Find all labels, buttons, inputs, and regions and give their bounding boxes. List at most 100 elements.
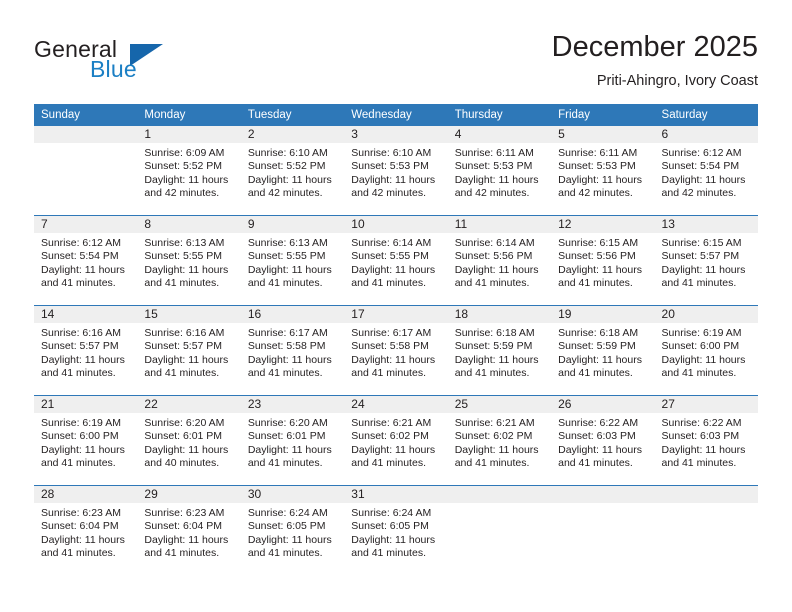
day-details: Sunrise: 6:13 AM Sunset: 5:55 PM Daylight:…	[241, 233, 344, 291]
sunrise-time: Sunrise: 6:16 AM	[41, 327, 121, 339]
sunset-time: Sunset: 5:53 PM	[351, 160, 429, 173]
day-details: Sunrise: 6:23 AM Sunset: 6:04 PM Daylight:…	[137, 503, 240, 561]
sunrise-time: Sunrise: 6:11 AM	[454, 147, 534, 159]
sunset-time: Sunset: 6:04 PM	[41, 520, 119, 533]
day-details: Sunrise: 6:23 AM Sunset: 6:04 PM Daylight:…	[34, 503, 137, 561]
daylight-duration-line1: Daylight: 11 hours	[144, 353, 229, 366]
calendar-day-cell[interactable]: 30 Sunrise: 6:24 AM Sunset: 6:05 PM Dayligh…	[240, 485, 345, 575]
calendar-week-row: 7 Sunrise: 6:12 AM Sunset: 5:54 PM Daylight…	[34, 215, 758, 306]
sunrise-time: Sunrise: 6:20 AM	[247, 417, 328, 429]
weekday-header-friday: Friday	[551, 104, 655, 126]
day-details: Sunrise: 6:18 AM Sunset: 5:59 PM Daylight:…	[448, 323, 551, 381]
day-number: 20	[654, 306, 758, 323]
daylight-duration-line1: Daylight: 11 hours	[41, 263, 125, 276]
daylight-duration-line2: and 41 minutes.	[247, 547, 323, 560]
sunset-time: Sunset: 5:55 PM	[247, 250, 326, 263]
calendar-day-cell[interactable]: 4 Sunrise: 6:11 AM Sunset: 5:53 PM Daylight…	[447, 126, 552, 216]
daylight-duration-line1: Daylight: 11 hours	[661, 353, 746, 366]
day-number: 3	[344, 126, 448, 143]
day-number: 5	[551, 126, 655, 143]
daylight-duration-line1: Daylight: 11 hours	[144, 173, 229, 186]
day-details: Sunrise: 6:15 AM Sunset: 5:56 PM Daylight:…	[551, 233, 654, 291]
calendar-day-cell[interactable]: 6 Sunrise: 6:12 AM Sunset: 5:54 PM Daylight…	[654, 126, 758, 216]
calendar-day-cell[interactable]: 26 Sunrise: 6:22 AM Sunset: 6:03 PM Dayligh…	[551, 395, 655, 486]
daylight-duration-line1: Daylight: 11 hours	[661, 173, 746, 186]
calendar-day-cell[interactable]: 18 Sunrise: 6:18 AM Sunset: 5:59 PM Dayligh…	[447, 305, 552, 396]
calendar-day-cell[interactable]: 12 Sunrise: 6:15 AM Sunset: 5:56 PM Dayligh…	[551, 215, 655, 306]
daylight-duration-line2: and 42 minutes.	[558, 187, 633, 200]
day-number: 24	[344, 396, 448, 413]
sunrise-time: Sunrise: 6:18 AM	[558, 327, 639, 339]
daylight-duration-line2: and 41 minutes.	[144, 367, 220, 380]
daylight-duration-line1: Daylight: 11 hours	[661, 263, 746, 276]
calendar-day-cell[interactable]: 3 Sunrise: 6:10 AM Sunset: 5:53 PM Daylight…	[344, 126, 448, 216]
daylight-duration-line1: Daylight: 11 hours	[144, 263, 229, 276]
calendar-day-cell[interactable]: 5 Sunrise: 6:11 AM Sunset: 5:53 PM Daylight…	[551, 126, 655, 216]
calendar-day-cell[interactable]: 21 Sunrise: 6:19 AM Sunset: 6:00 PM Dayligh…	[34, 395, 138, 486]
day-number: 8	[137, 216, 241, 233]
daylight-duration-line2: and 41 minutes.	[247, 367, 323, 380]
daylight-duration-line1: Daylight: 11 hours	[41, 443, 125, 456]
daylight-duration-line2: and 41 minutes.	[351, 277, 426, 290]
calendar-day-cell[interactable]: 8 Sunrise: 6:13 AM Sunset: 5:55 PM Daylight…	[137, 215, 241, 306]
calendar-day-cell[interactable]: 24 Sunrise: 6:21 AM Sunset: 6:02 PM Dayligh…	[344, 395, 448, 486]
sunrise-time: Sunrise: 6:19 AM	[661, 327, 742, 339]
calendar-week-row: 1 Sunrise: 6:09 AM Sunset: 5:52 PM Daylight…	[34, 126, 758, 216]
daylight-duration-line2: and 41 minutes.	[247, 277, 323, 290]
sunrise-time: Sunrise: 6:15 AM	[558, 237, 639, 249]
calendar-day-cell[interactable]: 14 Sunrise: 6:16 AM Sunset: 5:57 PM Dayligh…	[34, 305, 138, 396]
calendar-day-cell[interactable]: 22 Sunrise: 6:20 AM Sunset: 6:01 PM Dayligh…	[137, 395, 241, 486]
calendar-day-cell[interactable]: 17 Sunrise: 6:17 AM Sunset: 5:58 PM Dayligh…	[344, 305, 448, 396]
sunrise-time: Sunrise: 6:24 AM	[247, 507, 328, 519]
daylight-duration-line1: Daylight: 11 hours	[454, 443, 539, 456]
calendar-body: 1 Sunrise: 6:09 AM Sunset: 5:52 PM Daylight…	[34, 126, 758, 575]
calendar-week-row: 14 Sunrise: 6:16 AM Sunset: 5:57 PM Dayligh…	[34, 305, 758, 396]
daylight-duration-line2: and 41 minutes.	[454, 277, 530, 290]
daylight-duration-line1: Daylight: 11 hours	[351, 353, 436, 366]
daylight-duration-line1: Daylight: 11 hours	[351, 173, 436, 186]
calendar-day-cell[interactable]: 31 Sunrise: 6:24 AM Sunset: 6:05 PM Dayligh…	[344, 485, 448, 575]
day-details: Sunrise: 6:13 AM Sunset: 5:55 PM Daylight:…	[137, 233, 240, 291]
calendar-day-cell[interactable]: 1 Sunrise: 6:09 AM Sunset: 5:52 PM Daylight…	[137, 126, 241, 216]
calendar-day-cell[interactable]: 2 Sunrise: 6:10 AM Sunset: 5:52 PM Daylight…	[240, 126, 345, 216]
calendar-day-cell[interactable]: 16 Sunrise: 6:17 AM Sunset: 5:58 PM Dayligh…	[240, 305, 345, 396]
day-number: 15	[137, 306, 241, 323]
calendar-day-cell[interactable]: 23 Sunrise: 6:20 AM Sunset: 6:01 PM Dayligh…	[240, 395, 345, 486]
calendar-day-cell[interactable]: 25 Sunrise: 6:21 AM Sunset: 6:02 PM Dayligh…	[447, 395, 552, 486]
calendar-day-cell[interactable]: 20 Sunrise: 6:19 AM Sunset: 6:00 PM Dayligh…	[654, 305, 758, 396]
calendar-day-cell[interactable]: 7 Sunrise: 6:12 AM Sunset: 5:54 PM Daylight…	[34, 215, 138, 306]
sunrise-time: Sunrise: 6:24 AM	[351, 507, 432, 519]
daylight-duration-line2: and 40 minutes.	[144, 457, 220, 470]
sunrise-time: Sunrise: 6:12 AM	[41, 237, 121, 249]
sunset-time: Sunset: 5:54 PM	[661, 160, 740, 173]
daylight-duration-line2: and 41 minutes.	[41, 457, 116, 470]
calendar-day-cell[interactable]: 19 Sunrise: 6:18 AM Sunset: 5:59 PM Dayligh…	[551, 305, 655, 396]
daylight-duration-line1: Daylight: 11 hours	[41, 353, 125, 366]
daylight-duration-line1: Daylight: 11 hours	[454, 353, 539, 366]
daylight-duration-line2: and 41 minutes.	[144, 547, 220, 560]
calendar-day-cell[interactable]: 10 Sunrise: 6:14 AM Sunset: 5:55 PM Dayligh…	[344, 215, 448, 306]
day-number	[34, 126, 138, 143]
day-number: 22	[137, 396, 241, 413]
day-number	[551, 486, 655, 503]
daylight-duration-line1: Daylight: 11 hours	[661, 443, 746, 456]
calendar-day-cell[interactable]: 28 Sunrise: 6:23 AM Sunset: 6:04 PM Dayligh…	[34, 485, 138, 575]
daylight-duration-line2: and 41 minutes.	[454, 457, 530, 470]
calendar-day-cell[interactable]: 29 Sunrise: 6:23 AM Sunset: 6:04 PM Dayligh…	[137, 485, 241, 575]
calendar-day-cell[interactable]: 9 Sunrise: 6:13 AM Sunset: 5:55 PM Daylight…	[240, 215, 345, 306]
sunrise-time: Sunrise: 6:23 AM	[41, 507, 121, 519]
daylight-duration-line2: and 41 minutes.	[41, 367, 116, 380]
day-details: Sunrise: 6:11 AM Sunset: 5:53 PM Daylight:…	[448, 143, 551, 201]
sunrise-time: Sunrise: 6:19 AM	[41, 417, 121, 429]
calendar-day-cell[interactable]: 11 Sunrise: 6:14 AM Sunset: 5:56 PM Dayligh…	[447, 215, 552, 306]
weekday-header-wednesday: Wednesday	[344, 104, 448, 126]
daylight-duration-line1: Daylight: 11 hours	[144, 533, 229, 546]
day-details: Sunrise: 6:14 AM Sunset: 5:56 PM Daylight:…	[448, 233, 551, 291]
sunrise-time: Sunrise: 6:22 AM	[558, 417, 639, 429]
calendar-day-cell[interactable]: 13 Sunrise: 6:15 AM Sunset: 5:57 PM Dayligh…	[654, 215, 758, 306]
calendar-day-cell[interactable]: 15 Sunrise: 6:16 AM Sunset: 5:57 PM Dayligh…	[137, 305, 241, 396]
daylight-duration-line2: and 41 minutes.	[41, 277, 116, 290]
calendar-day-cell[interactable]: 27 Sunrise: 6:22 AM Sunset: 6:03 PM Dayligh…	[654, 395, 758, 486]
day-number: 2	[240, 126, 345, 143]
calendar-week-row: 28 Sunrise: 6:23 AM Sunset: 6:04 PM Dayligh…	[34, 485, 758, 575]
